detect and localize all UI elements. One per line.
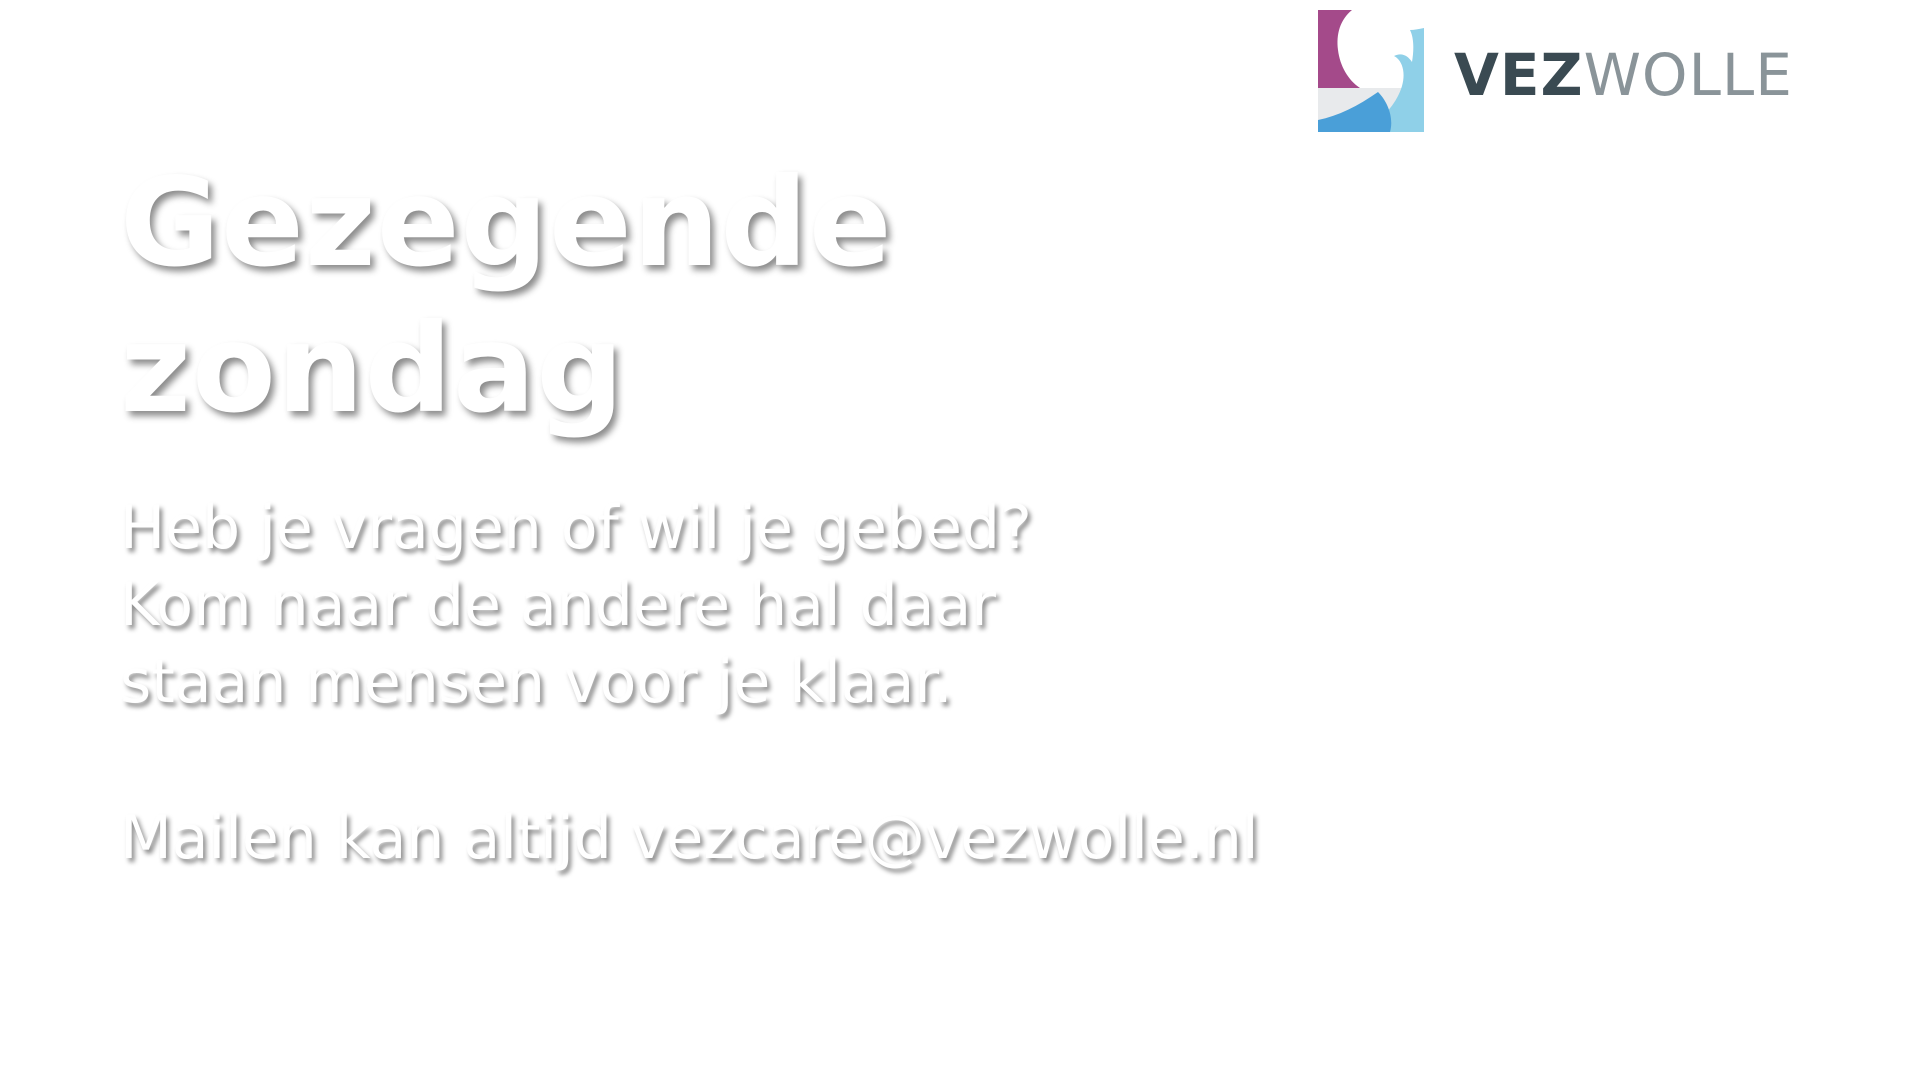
vezwolle-logo: VEZ WOLLE <box>1318 10 1793 132</box>
slide: VEZ WOLLE Gezegende zondag Heb je vragen … <box>0 0 1920 1080</box>
vezwolle-logo-icon <box>1318 10 1424 132</box>
vezwolle-wordmark: VEZ WOLLE <box>1454 46 1793 104</box>
body-line: Kom naar de andere hal daar <box>120 570 996 640</box>
wordmark-strong: VEZ <box>1454 41 1584 109</box>
title-line-2: zondag <box>120 298 625 440</box>
wordmark-light: WOLLE <box>1583 41 1793 109</box>
contact-email-line: Mailen kan altijd vezcare@vezwolle.nl <box>120 803 1259 873</box>
prayer-invitation: Heb je vragen of wil je gebed? Kom naar … <box>120 490 1320 721</box>
body-line: Heb je vragen of wil je gebed? <box>120 493 1032 563</box>
title-line-1: Gezegende <box>120 152 893 294</box>
slide-title: Gezegende zondag <box>120 150 1020 442</box>
body-line: staan mensen voor je klaar. <box>120 647 953 717</box>
